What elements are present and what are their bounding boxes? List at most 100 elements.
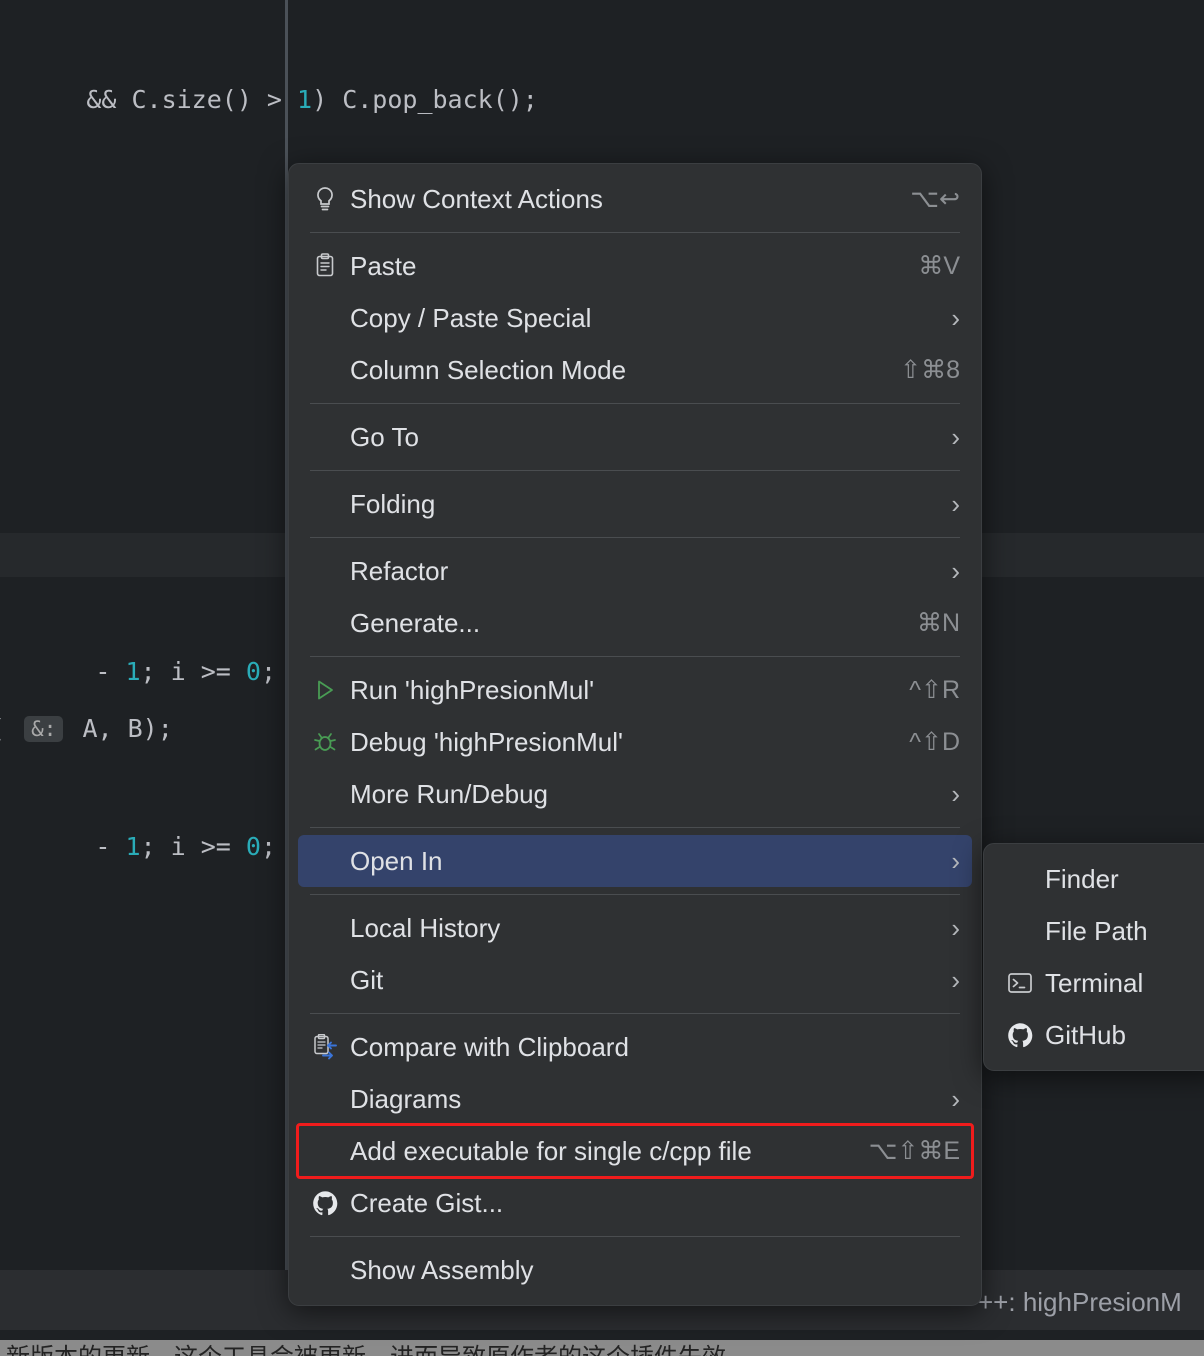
code-text: && C.size() > (86, 85, 297, 114)
menu-item-shortcut: ^⇧R (909, 675, 960, 705)
empty-icon-slot (308, 302, 342, 334)
menu-item-paste[interactable]: Paste ⌘V (298, 240, 972, 292)
menu-item-shortcut: ⌥↩ (910, 184, 960, 214)
code-number-token: 1 (297, 85, 312, 114)
empty-icon-slot (308, 555, 342, 587)
code-text: ( (0, 714, 20, 743)
empty-icon-slot (1003, 863, 1037, 895)
chevron-right-icon: › (951, 967, 960, 993)
chevron-right-icon: › (951, 491, 960, 517)
menu-item-create-gist[interactable]: Create Gist... (298, 1177, 972, 1229)
menu-item-shortcut: ⌘N (917, 608, 960, 638)
menu-item-label: Run 'highPresionMul' (350, 675, 891, 706)
code-number-token: 0 (246, 832, 261, 861)
menu-item-refactor[interactable]: Refactor › (298, 545, 972, 597)
parameter-hint-chip: &: (24, 716, 63, 742)
menu-item-show-assembly[interactable]: Show Assembly (298, 1244, 972, 1296)
code-number-token: 1 (125, 657, 140, 686)
menu-separator (310, 827, 960, 828)
chevron-right-icon: › (951, 848, 960, 874)
bottom-overlay-text: 新版本的更新，这个工具会被更新，进而导致原作者的这个插件失效 (6, 1340, 726, 1356)
context-menu: Show Context Actions ⌥↩ Paste ⌘V Copy / … (288, 163, 982, 1306)
menu-item-label: Show Context Actions (350, 184, 892, 215)
open-in-submenu: Finder File Path Terminal GitHub (983, 843, 1204, 1071)
menu-item-generate[interactable]: Generate... ⌘N (298, 597, 972, 649)
menu-item-open-in[interactable]: Open In › (298, 835, 972, 887)
menu-separator (310, 537, 960, 538)
menu-item-local-history[interactable]: Local History › (298, 902, 972, 954)
menu-item-label: Generate... (350, 608, 899, 639)
menu-item-label: Copy / Paste Special (350, 303, 933, 334)
menu-separator (310, 232, 960, 233)
menu-item-label: Diagrams (350, 1084, 933, 1115)
menu-item-debug-configuration[interactable]: Debug 'highPresionMul' ^⇧D (298, 716, 972, 768)
menu-item-label: More Run/Debug (350, 779, 933, 810)
menu-item-label: Show Assembly (350, 1255, 960, 1286)
github-icon (308, 1187, 342, 1219)
menu-separator (310, 1236, 960, 1237)
menu-item-compare-with-clipboard[interactable]: Compare with Clipboard (298, 1021, 972, 1073)
submenu-item-label: File Path (1045, 916, 1201, 947)
submenu-item-label: Finder (1045, 864, 1201, 895)
menu-item-run-configuration[interactable]: Run 'highPresionMul' ^⇧R (298, 664, 972, 716)
empty-icon-slot (308, 354, 342, 386)
menu-item-add-executable-single-file[interactable]: Add executable for single c/cpp file ⌥⇧⌘… (298, 1125, 972, 1177)
status-bar-config-label: ++: highPresionM (978, 1287, 1182, 1318)
submenu-item-label: Terminal (1045, 968, 1201, 999)
menu-item-shortcut: ⌘V (918, 251, 960, 281)
submenu-item-github[interactable]: GitHub (993, 1009, 1204, 1061)
code-text: - (80, 657, 125, 686)
menu-separator (310, 656, 960, 657)
menu-separator (310, 894, 960, 895)
clipboard-icon (308, 250, 342, 282)
empty-icon-slot (308, 1254, 342, 1286)
menu-item-label: Refactor (350, 556, 933, 587)
submenu-item-label: GitHub (1045, 1020, 1201, 1051)
empty-icon-slot (308, 1135, 342, 1167)
menu-separator (310, 1013, 960, 1014)
debug-bug-icon (308, 726, 342, 758)
code-line-3: ( &: A, B); (0, 714, 173, 743)
menu-item-label: Compare with Clipboard (350, 1032, 960, 1063)
menu-item-copy-paste-special[interactable]: Copy / Paste Special › (298, 292, 972, 344)
menu-item-show-context-actions[interactable]: Show Context Actions ⌥↩ (298, 173, 972, 225)
menu-item-label: Paste (350, 251, 900, 282)
code-line-1: && C.size() > 1) C.pop_back(); (0, 56, 538, 143)
menu-item-label: Add executable for single c/cpp file (350, 1136, 851, 1167)
menu-item-label: Create Gist... (350, 1188, 960, 1219)
menu-item-shortcut: ⌥⇧⌘E (869, 1136, 960, 1166)
menu-item-label: Open In (350, 846, 933, 877)
code-text: ) C.pop_back(); (312, 85, 538, 114)
chevron-right-icon: › (951, 1086, 960, 1112)
menu-separator (310, 403, 960, 404)
empty-icon-slot (1003, 915, 1037, 947)
menu-item-git[interactable]: Git › (298, 954, 972, 1006)
menu-item-go-to[interactable]: Go To › (298, 411, 972, 463)
menu-item-label: Folding (350, 489, 933, 520)
menu-item-shortcut: ^⇧D (909, 727, 960, 757)
code-text: - (80, 832, 125, 861)
chevron-right-icon: › (951, 305, 960, 331)
menu-item-label: Git (350, 965, 933, 996)
code-number-token: 0 (246, 657, 261, 686)
chevron-right-icon: › (951, 781, 960, 807)
empty-icon-slot (308, 488, 342, 520)
menu-item-more-run-debug[interactable]: More Run/Debug › (298, 768, 972, 820)
empty-icon-slot (308, 421, 342, 453)
screen: && C.size() > 1) C.pop_back(); - 1; i >=… (0, 0, 1204, 1356)
menu-separator (310, 470, 960, 471)
chevron-right-icon: › (951, 915, 960, 941)
lightbulb-icon (308, 183, 342, 215)
bottom-overlay-bar: 新版本的更新，这个工具会被更新，进而导致原作者的这个插件失效 (0, 1340, 1204, 1356)
menu-item-diagrams[interactable]: Diagrams › (298, 1073, 972, 1125)
submenu-item-file-path[interactable]: File Path (993, 905, 1204, 957)
menu-item-column-selection-mode[interactable]: Column Selection Mode ⇧⌘8 (298, 344, 972, 396)
menu-item-folding[interactable]: Folding › (298, 478, 972, 530)
menu-item-shortcut: ⇧⌘8 (900, 355, 960, 385)
empty-icon-slot (308, 845, 342, 877)
menu-item-label: Go To (350, 422, 933, 453)
empty-icon-slot (308, 778, 342, 810)
menu-item-label: Debug 'highPresionMul' (350, 727, 891, 758)
submenu-item-terminal[interactable]: Terminal (993, 957, 1204, 1009)
submenu-item-finder[interactable]: Finder (993, 853, 1204, 905)
